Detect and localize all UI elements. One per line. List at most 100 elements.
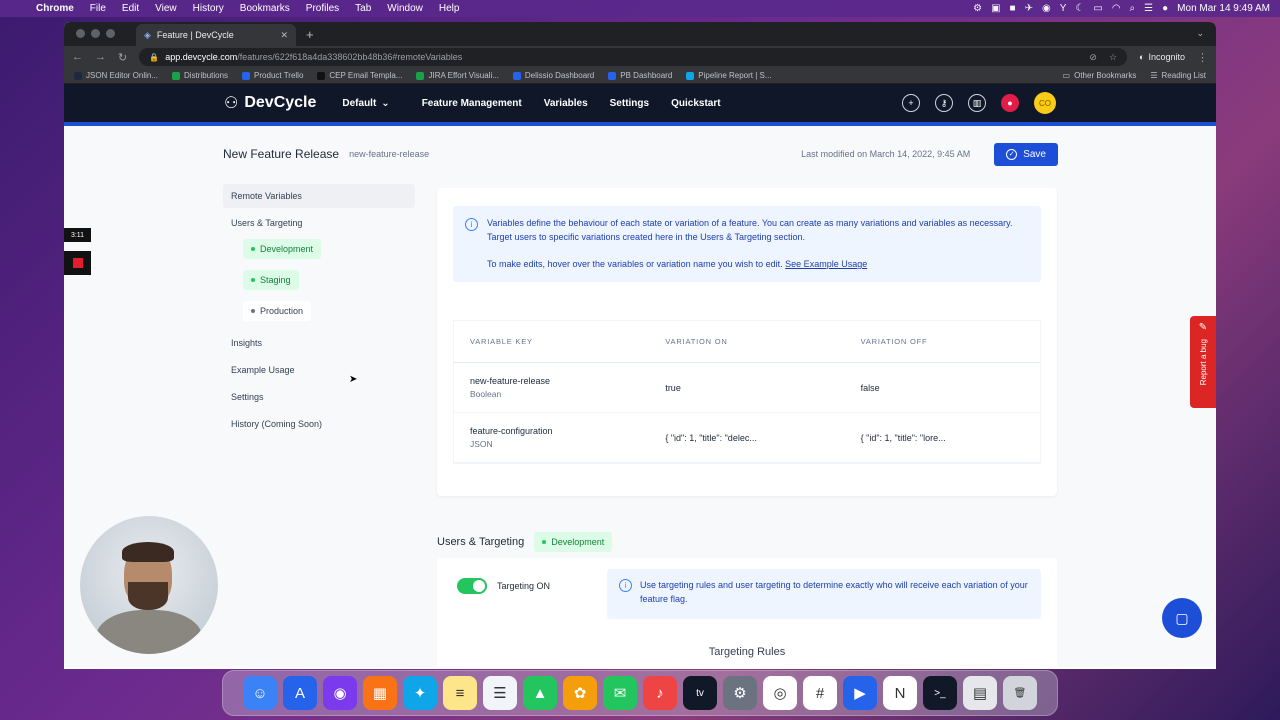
key-icon[interactable]: ⚷ <box>935 94 953 112</box>
sidebar-env-staging[interactable]: Staging <box>243 270 299 290</box>
status-screen-icon[interactable]: ▣ <box>991 3 1000 14</box>
menu-profiles[interactable]: Profiles <box>306 3 339 14</box>
variation-off-value[interactable]: { "id": 1, "title": "lore... <box>861 433 1040 443</box>
menubar-clock[interactable]: Mon Mar 14 9:49 AM <box>1177 3 1270 14</box>
document-icon[interactable]: ▤ <box>963 676 997 710</box>
incognito-indicator[interactable]: ◐ Incognito <box>1139 52 1185 62</box>
webcam-bubble[interactable] <box>80 516 218 654</box>
forward-arrow-icon[interactable]: → <box>95 51 106 63</box>
table-row[interactable]: feature-configuration JSON { "id": 1, "t… <box>454 413 1040 463</box>
stop-recording-button[interactable] <box>64 251 91 275</box>
tab-search-chevron-icon[interactable]: ⌄ <box>1196 28 1204 39</box>
status-gear-icon[interactable]: ⚙ <box>973 3 982 14</box>
zoom-window-button[interactable] <box>106 29 115 38</box>
sidebar-env-development[interactable]: Development <box>243 239 322 259</box>
close-window-button[interactable] <box>76 29 85 38</box>
menu-bookmarks[interactable]: Bookmarks <box>240 3 290 14</box>
variation-on-value[interactable]: true <box>665 383 860 393</box>
variable-key[interactable]: new-feature-release <box>470 376 665 386</box>
bookmark-item[interactable]: Delissio Dashboard <box>512 71 594 80</box>
finder-icon[interactable]: ☺ <box>243 676 277 710</box>
chrome-icon[interactable]: ◎ <box>763 676 797 710</box>
system-preferences-icon[interactable]: ⚙ <box>723 676 757 710</box>
notification-bell-icon[interactable]: ● <box>1001 94 1019 112</box>
music-icon[interactable]: ♪ <box>643 676 677 710</box>
sidebar-env-production[interactable]: Production <box>243 301 312 321</box>
terminal-icon[interactable]: >_ <box>923 676 957 710</box>
menu-help[interactable]: Help <box>439 3 460 14</box>
app-store-icon[interactable]: A <box>283 676 317 710</box>
photos-icon[interactable]: ✿ <box>563 676 597 710</box>
menu-app-name[interactable]: Chrome <box>36 3 74 14</box>
minimize-window-button[interactable] <box>91 29 100 38</box>
trash-icon[interactable]: 🗑 <box>1003 676 1037 710</box>
bookmark-item[interactable]: JIRA Effort Visuali... <box>416 71 499 80</box>
reminders-icon[interactable]: ☰ <box>483 676 517 710</box>
back-arrow-icon[interactable]: ← <box>72 51 83 63</box>
sidebar-item-remote-variables[interactable]: Remote Variables <box>223 184 415 208</box>
bookmark-item[interactable]: Pipeline Report | S... <box>686 71 772 80</box>
sidebar-item-settings[interactable]: Settings <box>223 385 415 409</box>
menu-edit[interactable]: Edit <box>122 3 139 14</box>
other-bookmarks-folder[interactable]: ▭ Other Bookmarks <box>1063 71 1137 80</box>
variation-on-value[interactable]: { "id": 1, "title": "delec... <box>665 433 860 443</box>
nav-feature-management[interactable]: Feature Management <box>422 98 522 109</box>
status-bird-icon[interactable]: ✈ <box>1025 3 1033 14</box>
column-header-variation-on[interactable]: VARIATION ON <box>665 337 860 346</box>
browser-menu-icon[interactable]: ⋮ <box>1197 51 1208 64</box>
status-search-icon[interactable]: ⌕ <box>1130 3 1136 14</box>
notes-icon[interactable]: ≡ <box>443 676 477 710</box>
sidebar-item-users-targeting[interactable]: Users & Targeting <box>223 211 415 235</box>
devcycle-logo[interactable]: ⚇ DevCycle <box>224 93 316 113</box>
project-selector[interactable]: Default ⌄ <box>342 98 389 109</box>
nav-settings[interactable]: Settings <box>610 98 649 109</box>
add-circle-icon[interactable]: + <box>902 94 920 112</box>
menu-window[interactable]: Window <box>387 3 423 14</box>
bookmark-star-icon[interactable]: ☆ <box>1109 52 1117 63</box>
column-header-variation-off[interactable]: VARIATION OFF <box>861 337 1040 346</box>
bookmark-item[interactable]: Product Trello <box>242 71 303 80</box>
menu-file[interactable]: File <box>90 3 106 14</box>
bookmark-item[interactable]: Distributions <box>172 71 228 80</box>
nav-quickstart[interactable]: Quickstart <box>671 98 720 109</box>
close-tab-icon[interactable]: ✕ <box>280 30 288 41</box>
tracking-protection-icon[interactable]: ⊘ <box>1089 52 1097 63</box>
browser-tab-active[interactable]: ◈ Feature | DevCycle ✕ <box>136 24 296 46</box>
address-bar[interactable]: 🔒 app.devcycle.com/features/622f618a4da3… <box>139 48 1128 66</box>
new-tab-icon[interactable]: + <box>306 27 314 42</box>
siri-icon[interactable]: ◉ <box>323 676 357 710</box>
sidebar-item-insights[interactable]: Insights <box>223 331 415 355</box>
bookmark-item[interactable]: JSON Editor Onlin... <box>74 71 158 80</box>
save-button[interactable]: ✓ Save <box>994 142 1058 166</box>
status-battery-icon[interactable]: ▭ <box>1093 3 1102 14</box>
launchpad-icon[interactable]: ▦ <box>363 676 397 710</box>
status-wifi-icon[interactable]: ◠ <box>1112 3 1121 14</box>
maps-icon[interactable]: ▲ <box>523 676 557 710</box>
messages-icon[interactable]: ✉ <box>603 676 637 710</box>
report-bug-tab[interactable]: ✎ Report a bug <box>1190 316 1216 408</box>
see-example-usage-link[interactable]: See Example Usage <box>785 259 867 269</box>
menu-view[interactable]: View <box>155 3 177 14</box>
bookmark-item[interactable]: CEP Email Templa... <box>317 71 402 80</box>
slack-icon[interactable]: # <box>803 676 837 710</box>
tv-icon[interactable]: tv <box>683 676 717 710</box>
menu-tab[interactable]: Tab <box>355 3 371 14</box>
safari-icon[interactable]: ✦ <box>403 676 437 710</box>
notion-icon[interactable]: N <box>883 676 917 710</box>
table-row[interactable]: new-feature-release Boolean true false <box>454 363 1040 413</box>
status-circle-icon[interactable]: ◉ <box>1042 3 1051 14</box>
nav-variables[interactable]: Variables <box>544 98 588 109</box>
docs-book-icon[interactable]: ▥ <box>968 94 986 112</box>
menu-history[interactable]: History <box>193 3 224 14</box>
bookmark-item[interactable]: PB Dashboard <box>608 71 672 80</box>
variation-off-value[interactable]: false <box>861 383 1040 393</box>
status-moon-icon[interactable]: ☾ <box>1075 3 1084 14</box>
chat-support-button[interactable]: ▢ <box>1162 598 1202 638</box>
reading-list[interactable]: ☰ Reading List <box>1150 71 1206 80</box>
status-fork-icon[interactable]: Y <box>1060 3 1067 14</box>
sidebar-item-history[interactable]: History (Coming Soon) <box>223 412 415 436</box>
targeting-toggle[interactable] <box>457 578 487 594</box>
zoom-icon[interactable]: ▶ <box>843 676 877 710</box>
status-control-center-icon[interactable]: ☰ <box>1144 3 1153 14</box>
sidebar-item-example-usage[interactable]: Example Usage <box>223 358 415 382</box>
